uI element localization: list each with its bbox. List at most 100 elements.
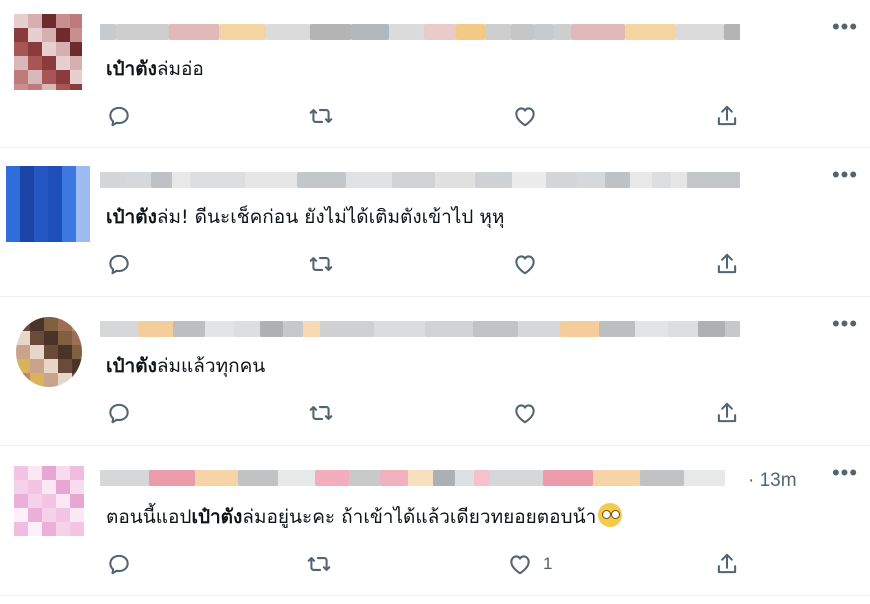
avatar-pixel xyxy=(44,373,58,387)
avatar[interactable] xyxy=(14,466,84,536)
more-icon[interactable]: ••• xyxy=(830,164,860,190)
name-blur-block xyxy=(303,321,320,337)
avatar-pixel xyxy=(20,222,34,236)
avatar-pixel xyxy=(48,222,62,236)
timestamp[interactable]: · 13m xyxy=(748,470,797,492)
avatar-pixel xyxy=(14,508,28,522)
retweet-icon xyxy=(308,251,334,277)
share-button[interactable] xyxy=(714,248,740,280)
avatar[interactable] xyxy=(16,317,82,387)
name-blur-block xyxy=(116,24,169,40)
name-blur-block xyxy=(577,172,605,188)
avatar-pixel xyxy=(14,70,28,84)
heart-button[interactable] xyxy=(512,248,538,280)
avatar-pixel xyxy=(14,466,28,480)
author-name-blurred[interactable] xyxy=(100,22,740,42)
share-icon xyxy=(714,551,740,577)
avatar-pixel xyxy=(62,222,76,236)
name-blur-block xyxy=(599,321,635,337)
avatar-pixel xyxy=(48,180,62,194)
author-name-blurred[interactable] xyxy=(100,468,730,488)
avatar-pixel xyxy=(48,236,62,242)
avatar-pixel xyxy=(28,494,42,508)
reply-button[interactable] xyxy=(106,397,132,429)
share-button[interactable] xyxy=(714,100,740,132)
tweet-1[interactable]: ••• เป๋าตังล่มอ่อ xyxy=(0,0,870,148)
more-icon[interactable]: ••• xyxy=(830,462,860,488)
avatar-pixel xyxy=(62,166,76,180)
tweet-2[interactable]: ••• เป๋าตังล่ม! ดีนะเช็คก่อน ยังไม่ได้เต… xyxy=(0,148,870,297)
tweet-4[interactable]: · 13m ••• ตอนนี้แอปเป๋าตังล่มอยู่นะคะ ถ้… xyxy=(0,446,870,596)
more-icon[interactable]: ••• xyxy=(830,16,860,42)
avatar-pixel xyxy=(28,56,42,70)
avatar-pixel xyxy=(16,317,30,331)
name-blur-block xyxy=(297,172,346,188)
name-blur-block xyxy=(278,470,315,486)
reply-button[interactable] xyxy=(106,248,132,280)
name-blur-block xyxy=(374,321,425,337)
avatar-pixel xyxy=(44,317,58,331)
name-blur-block xyxy=(512,172,546,188)
avatar-pixel xyxy=(48,166,62,180)
reply-button[interactable] xyxy=(106,100,132,132)
avatar-pixel xyxy=(30,359,44,373)
author-name-blurred[interactable] xyxy=(100,170,740,190)
tweet-text: ตอนนี้แอปเป๋าตังล่มอยู่นะคะ ถ้าเข้าได้แล… xyxy=(106,503,623,530)
avatar-pixel xyxy=(62,236,76,242)
name-blur-block xyxy=(652,172,671,188)
rolling-eyes-emoji-icon xyxy=(598,503,623,527)
avatar[interactable] xyxy=(6,166,90,242)
avatar-pixel xyxy=(14,14,28,28)
avatar-pixel xyxy=(72,317,82,331)
heart-button[interactable]: 1 xyxy=(507,548,552,580)
retweet-button[interactable] xyxy=(308,100,334,132)
reply-icon xyxy=(106,251,132,277)
name-blur-block xyxy=(560,321,599,337)
avatar-pixel xyxy=(28,84,42,90)
heart-button[interactable] xyxy=(512,397,538,429)
name-blur-block xyxy=(543,470,593,486)
tweet-text-bold: เป๋าตัง xyxy=(106,355,157,377)
tweet-text: เป๋าตังล่มอ่อ xyxy=(106,56,204,82)
avatar-pixel xyxy=(42,522,56,536)
heart-button[interactable] xyxy=(512,100,538,132)
avatar[interactable] xyxy=(14,14,82,90)
name-blur-block xyxy=(351,24,389,40)
tweet-3[interactable]: ••• เป๋าตังล่มแล้วทุกคน xyxy=(0,297,870,446)
avatar-pixel xyxy=(70,14,82,28)
avatar-pixel xyxy=(56,522,70,536)
retweet-button[interactable] xyxy=(306,548,332,580)
name-blur-block xyxy=(169,24,219,40)
reply-button[interactable] xyxy=(106,548,132,580)
avatar-pixel xyxy=(56,14,70,28)
avatar-pixel xyxy=(14,494,28,508)
share-button[interactable] xyxy=(714,548,740,580)
author-name-blurred[interactable] xyxy=(100,319,740,339)
tweet-text-rest: ล่มอยู่นะคะ ถ้าเข้าได้แล้วเดียวทยอยตอบน้… xyxy=(242,506,597,528)
avatar-pixel xyxy=(56,494,70,508)
name-blur-block xyxy=(346,172,392,188)
avatar-pixel xyxy=(20,166,34,180)
name-blur-block xyxy=(195,470,238,486)
name-blur-block xyxy=(534,24,554,40)
avatar-pixel xyxy=(16,359,30,373)
avatar-pixel xyxy=(76,222,90,236)
avatar-pixel xyxy=(44,345,58,359)
retweet-button[interactable] xyxy=(308,397,334,429)
avatar-pixel xyxy=(72,359,82,373)
retweet-button[interactable] xyxy=(308,248,334,280)
name-blur-block xyxy=(640,470,684,486)
tweet-text-rest: ล่มแล้วทุกคน xyxy=(156,355,266,377)
name-blur-block xyxy=(245,172,297,188)
name-blur-block xyxy=(698,321,725,337)
name-blur-block xyxy=(100,172,127,188)
name-blur-block xyxy=(473,321,518,337)
share-button[interactable] xyxy=(714,397,740,429)
name-blur-block xyxy=(511,24,534,40)
avatar-pixel xyxy=(14,480,28,494)
name-blur-block xyxy=(485,24,511,40)
share-icon xyxy=(714,103,740,129)
avatar-pixel xyxy=(30,331,44,345)
name-blur-block xyxy=(433,470,455,486)
more-icon[interactable]: ••• xyxy=(830,313,860,339)
